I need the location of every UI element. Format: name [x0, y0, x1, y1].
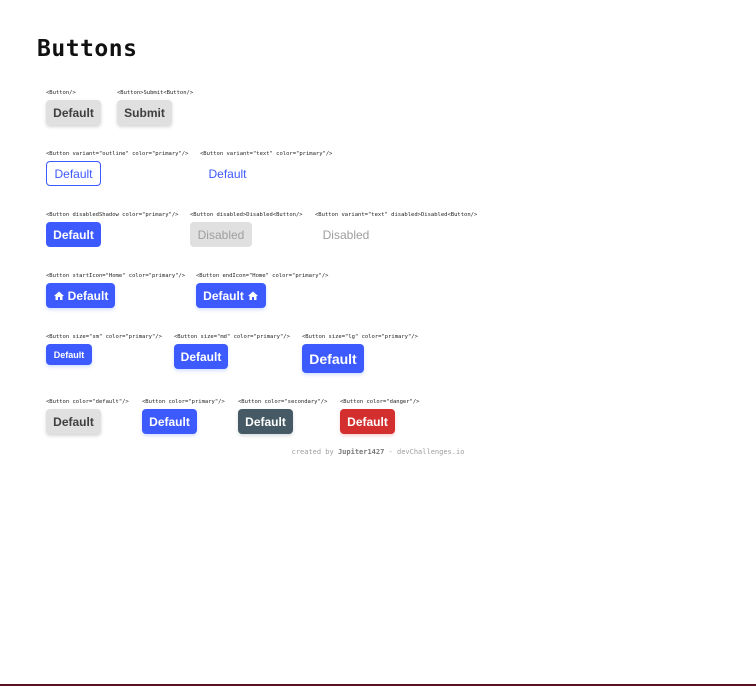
button-label: Default [67, 288, 109, 303]
demo-size-sm: <Button size="sm" color="primary"/> [46, 334, 162, 341]
end-icon-button[interactable]: Default [196, 283, 266, 308]
start-icon-button[interactable]: Default [46, 283, 115, 308]
demo-disabled-shadow: <Button disabledShadow color="primary"/> [46, 212, 178, 219]
demo-text-disabled: <Button variant="text" disabled>Disabled… [315, 212, 477, 219]
demo-color-secondary: <Button color="secondary"/> [238, 399, 327, 406]
demo-disabled: <Button disabled>Disabled<Button/> [190, 212, 303, 219]
demo-submit: <Button>Submit<Button/> [117, 90, 193, 97]
code-label: <Button size="lg" color="primary"/> [302, 334, 418, 340]
footer-prefix: created by [291, 448, 334, 456]
code-label: <Button color="default"/> [46, 399, 129, 405]
button-label: Default [245, 414, 286, 429]
code-label: <Button endIcon="Home" color="primary"/> [196, 273, 329, 279]
small-button[interactable]: Default [46, 344, 92, 365]
footer-suffix: - devChallenges.io [388, 448, 465, 456]
disabled-shadow-button[interactable]: Default [46, 222, 101, 247]
demo-color-default: <Button color="default"/> [46, 399, 129, 406]
demo-end-icon: <Button endIcon="Home" color="primary"/> [196, 273, 328, 280]
code-label: <Button startIcon="Home" color="primary"… [46, 273, 186, 279]
demo-outline: <Button variant="outline" color="primary… [46, 151, 188, 158]
button-label: Default [54, 166, 93, 181]
button-label: Default [53, 349, 85, 360]
code-label: <Button color="secondary"/> [238, 399, 328, 405]
medium-button[interactable]: Default [174, 344, 228, 369]
code-label: <Button color="primary"/> [142, 399, 225, 405]
button-label: Default [347, 414, 388, 429]
button-label: Default [53, 227, 94, 242]
button-label: Submit [124, 105, 165, 120]
button-label: Default [180, 349, 222, 364]
code-label: <Button disabled>Disabled<Button/> [190, 212, 303, 218]
submit-button[interactable]: Submit [117, 100, 172, 125]
primary-button[interactable]: Default [142, 409, 197, 434]
code-label: <Button color="danger"/> [340, 399, 420, 405]
text-disabled-button: Disabled [315, 222, 377, 247]
default-button[interactable]: Default [46, 100, 101, 125]
demo-color-primary: <Button color="primary"/> [142, 399, 225, 406]
disabled-button: Disabled [190, 222, 252, 247]
home-icon [247, 291, 258, 300]
outline-button[interactable]: Default [46, 161, 101, 186]
secondary-button[interactable]: Default [238, 409, 293, 434]
button-label: Default [53, 105, 94, 120]
default-color-button[interactable]: Default [46, 409, 101, 434]
button-label: Default [208, 166, 247, 181]
code-label: <Button/> [46, 90, 76, 96]
demo-start-icon: <Button startIcon="Home" color="primary"… [46, 273, 185, 280]
code-label: <Button disabledShadow color="primary"/> [46, 212, 179, 218]
code-label: <Button variant="text" color="primary"/> [200, 151, 333, 157]
code-label: <Button size="md" color="primary"/> [174, 334, 290, 340]
code-label: <Button size="sm" color="primary"/> [46, 334, 162, 340]
home-icon [53, 291, 64, 300]
code-label: <Button variant="text" disabled>Disabled… [315, 212, 478, 218]
button-label: Default [203, 288, 244, 303]
demo-default: <Button/> [46, 90, 76, 97]
button-label: Disabled [322, 227, 370, 242]
button-label: Default [309, 350, 357, 367]
text-button[interactable]: Default [200, 161, 255, 186]
demo-size-md: <Button size="md" color="primary"/> [174, 334, 290, 341]
large-button[interactable]: Default [302, 344, 364, 373]
page-title: Buttons [37, 36, 138, 62]
demo-color-danger: <Button color="danger"/> [340, 399, 419, 406]
demo-text: <Button variant="text" color="primary"/> [200, 151, 332, 158]
button-label: Disabled [197, 227, 245, 242]
footer: created by Jupiter1427 - devChallenges.i… [0, 448, 756, 456]
button-label: Default [53, 414, 94, 429]
danger-button[interactable]: Default [340, 409, 395, 434]
code-label: <Button variant="outline" color="primary… [46, 151, 189, 157]
author-link[interactable]: Jupiter1427 [338, 448, 384, 456]
demo-size-lg: <Button size="lg" color="primary"/> [302, 334, 418, 341]
code-label: <Button>Submit<Button/> [117, 90, 194, 96]
button-label: Default [149, 414, 190, 429]
